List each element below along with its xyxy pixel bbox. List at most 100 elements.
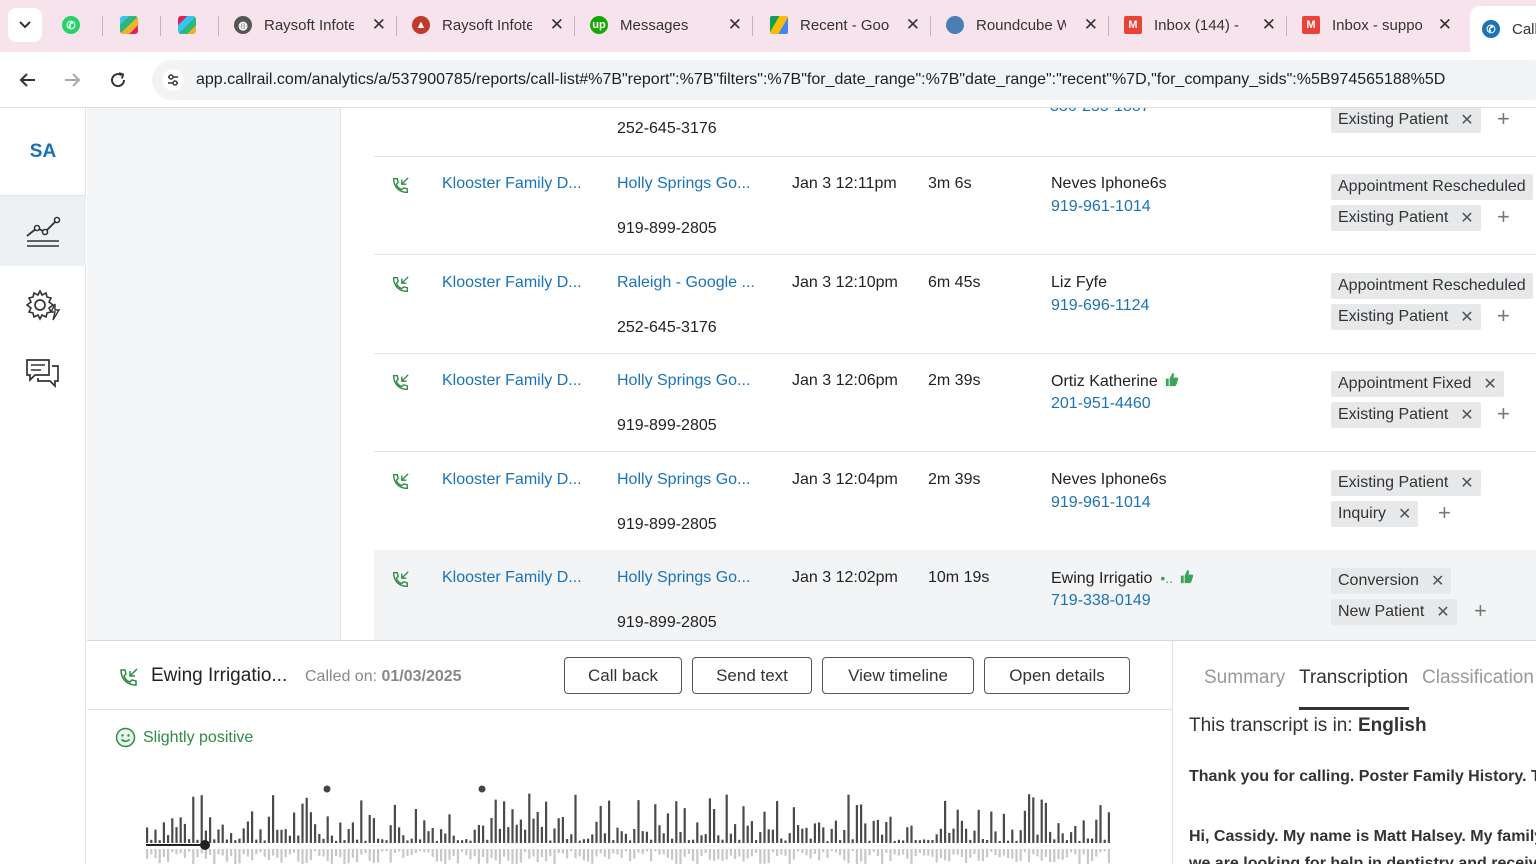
sidebar-item-settings[interactable] <box>0 270 86 340</box>
customer-phone[interactable]: 719-338-0149 <box>1051 592 1151 610</box>
customer-phone[interactable]: 919-961-1014 <box>1051 198 1151 216</box>
send-text-button[interactable]: Send text <box>692 657 812 694</box>
waveform-bar-secondary <box>755 849 758 853</box>
add-tag-button[interactable]: + <box>1497 303 1510 329</box>
remove-tag-icon[interactable]: ✕ <box>1436 602 1449 622</box>
tab-callrail[interactable]: ✆ Call <box>1470 6 1536 52</box>
tab-classification[interactable]: Classification <box>1422 667 1534 689</box>
add-tag-button[interactable]: + <box>1497 204 1510 230</box>
table-row[interactable]: Klooster Family D... Holly Springs Go... 9… <box>374 452 1536 551</box>
remove-tag-icon[interactable]: ✕ <box>1483 374 1496 394</box>
view-timeline-button[interactable]: View timeline <box>822 657 974 694</box>
waveform-bar <box>423 820 426 843</box>
waveform-bar <box>1053 839 1056 843</box>
company-link[interactable]: Klooster Family D... <box>442 471 582 489</box>
tag-chip: Appointment Rescheduled <box>1331 272 1533 299</box>
table-row[interactable]: Klooster Family D... Holly Springs Go... 9… <box>374 550 1536 640</box>
table-row[interactable]: Klooster Family D... Raleigh - Google ...… <box>374 255 1536 354</box>
company-link[interactable]: Klooster Family D... <box>442 372 582 390</box>
call-duration: 2m 39s <box>928 470 981 488</box>
tab-slack-2[interactable] <box>178 6 208 44</box>
close-icon[interactable]: ✕ <box>372 15 386 35</box>
site-settings-icon[interactable] <box>162 69 184 91</box>
close-icon[interactable]: ✕ <box>1438 15 1452 35</box>
close-icon[interactable]: ✕ <box>1084 15 1098 35</box>
waveform-bar <box>910 825 913 843</box>
waveform-bar-secondary <box>368 849 371 861</box>
table-row[interactable]: 252-645-3176 336-255-1887 Existing Patie… <box>374 108 1536 157</box>
waveform-bar-secondary <box>939 849 942 859</box>
waveform-bar-secondary <box>763 849 766 864</box>
waveform-bar-secondary <box>868 849 871 856</box>
customer-phone[interactable]: 919-696-1124 <box>1051 297 1149 315</box>
company-link[interactable]: Klooster Family D... <box>442 175 582 193</box>
arrow-left-icon <box>19 73 35 87</box>
waveform-bar <box>931 840 934 843</box>
add-tag-button[interactable]: + <box>1497 108 1510 132</box>
account-initials[interactable]: SA <box>0 108 86 196</box>
table-row[interactable]: Klooster Family D... Holly Springs Go... 9… <box>374 353 1536 452</box>
customer-phone[interactable]: 201-951-4460 <box>1051 395 1151 413</box>
source-link[interactable]: Holly Springs Go... <box>617 175 750 193</box>
close-icon[interactable]: ✕ <box>1262 15 1276 35</box>
tab-gmail-2[interactable]: MInbox - support✕ <box>1302 6 1460 44</box>
add-tag-button[interactable]: + <box>1474 598 1487 624</box>
open-details-button[interactable]: Open details <box>984 657 1130 694</box>
source-link[interactable]: Raleigh - Google ... <box>617 274 755 292</box>
tab-transcription[interactable]: Transcription <box>1299 667 1408 689</box>
add-tag-button[interactable]: + <box>1438 500 1451 526</box>
waveform-bar-secondary <box>876 849 879 857</box>
tab-summary[interactable]: Summary <box>1204 667 1285 689</box>
waveform-bar <box>750 821 753 843</box>
reload-button[interactable] <box>100 62 136 98</box>
close-icon[interactable]: ✕ <box>550 15 564 35</box>
tab-whatsapp[interactable]: ✆ <box>62 6 92 44</box>
remove-tag-icon[interactable]: ✕ <box>1398 504 1411 524</box>
call-back-button[interactable]: Call back <box>564 657 682 694</box>
tab-search-button[interactable] <box>8 8 42 42</box>
remove-tag-icon[interactable]: ✕ <box>1460 405 1473 425</box>
close-icon[interactable]: ✕ <box>906 15 920 35</box>
waveform-bar-secondary <box>452 849 455 856</box>
tab-gmail-1[interactable]: M Inbox (144) - ✕ <box>1124 6 1284 44</box>
waveform-marker <box>323 785 331 793</box>
customer-phone[interactable]: 919-961-1014 <box>1051 494 1151 512</box>
waveform-bar <box>158 840 161 843</box>
add-tag-button[interactable]: + <box>1497 401 1510 427</box>
waveform-bar <box>1057 823 1060 843</box>
remove-tag-icon[interactable]: ✕ <box>1460 473 1473 493</box>
table-row[interactable]: Klooster Family D... Holly Springs Go... 9… <box>374 156 1536 255</box>
sidebar-item-analytics[interactable] <box>0 196 86 266</box>
company-link[interactable]: Klooster Family D... <box>442 274 582 292</box>
tab-slack-1[interactable] <box>120 6 150 44</box>
waveform-bar-secondary <box>322 849 325 857</box>
source-link[interactable]: Holly Springs Go... <box>617 372 750 390</box>
customer-phone[interactable]: 336-255-1887 <box>1050 108 1150 116</box>
tab-raysoft-2[interactable]: ▲Raysoft Infotech✕ <box>412 6 572 44</box>
source-link[interactable]: Holly Springs Go... <box>617 471 750 489</box>
remove-tag-icon[interactable]: ✕ <box>1460 307 1473 327</box>
call-list-table: 252-645-3176 336-255-1887 Existing Patie… <box>340 108 1536 640</box>
waveform-bar-secondary <box>398 849 401 852</box>
tab-google-drive[interactable]: Recent - Google✕ <box>770 6 928 44</box>
sidebar-item-messages[interactable] <box>0 338 86 408</box>
waveform-bar-secondary <box>335 849 338 856</box>
waveform-bar-secondary <box>482 849 485 857</box>
source-link[interactable]: Holly Springs Go... <box>617 569 750 587</box>
waveform-bar <box>377 838 380 843</box>
forward-button[interactable] <box>54 62 90 98</box>
remove-tag-icon[interactable]: ✕ <box>1431 571 1444 591</box>
call-duration: 10m 19s <box>928 569 990 586</box>
tab-messages[interactable]: up Messages ✕ <box>590 6 750 44</box>
waveform-bar-secondary <box>536 849 539 862</box>
back-button[interactable] <box>10 62 46 98</box>
remove-tag-icon[interactable]: ✕ <box>1460 110 1473 130</box>
audio-waveform[interactable] <box>143 781 1113 864</box>
company-link[interactable]: Klooster Family D... <box>442 569 582 587</box>
close-icon[interactable]: ✕ <box>728 15 742 35</box>
remove-tag-icon[interactable]: ✕ <box>1460 208 1473 228</box>
address-bar[interactable]: app.callrail.com/analytics/a/537900785/r… <box>152 60 1536 100</box>
tab-roundcube[interactable]: Roundcube Webmail✕ <box>946 6 1106 44</box>
tab-raysoft-1[interactable]: ◍Raysoft Infotech✕ <box>234 6 394 44</box>
waveform-bar-secondary <box>146 849 149 859</box>
